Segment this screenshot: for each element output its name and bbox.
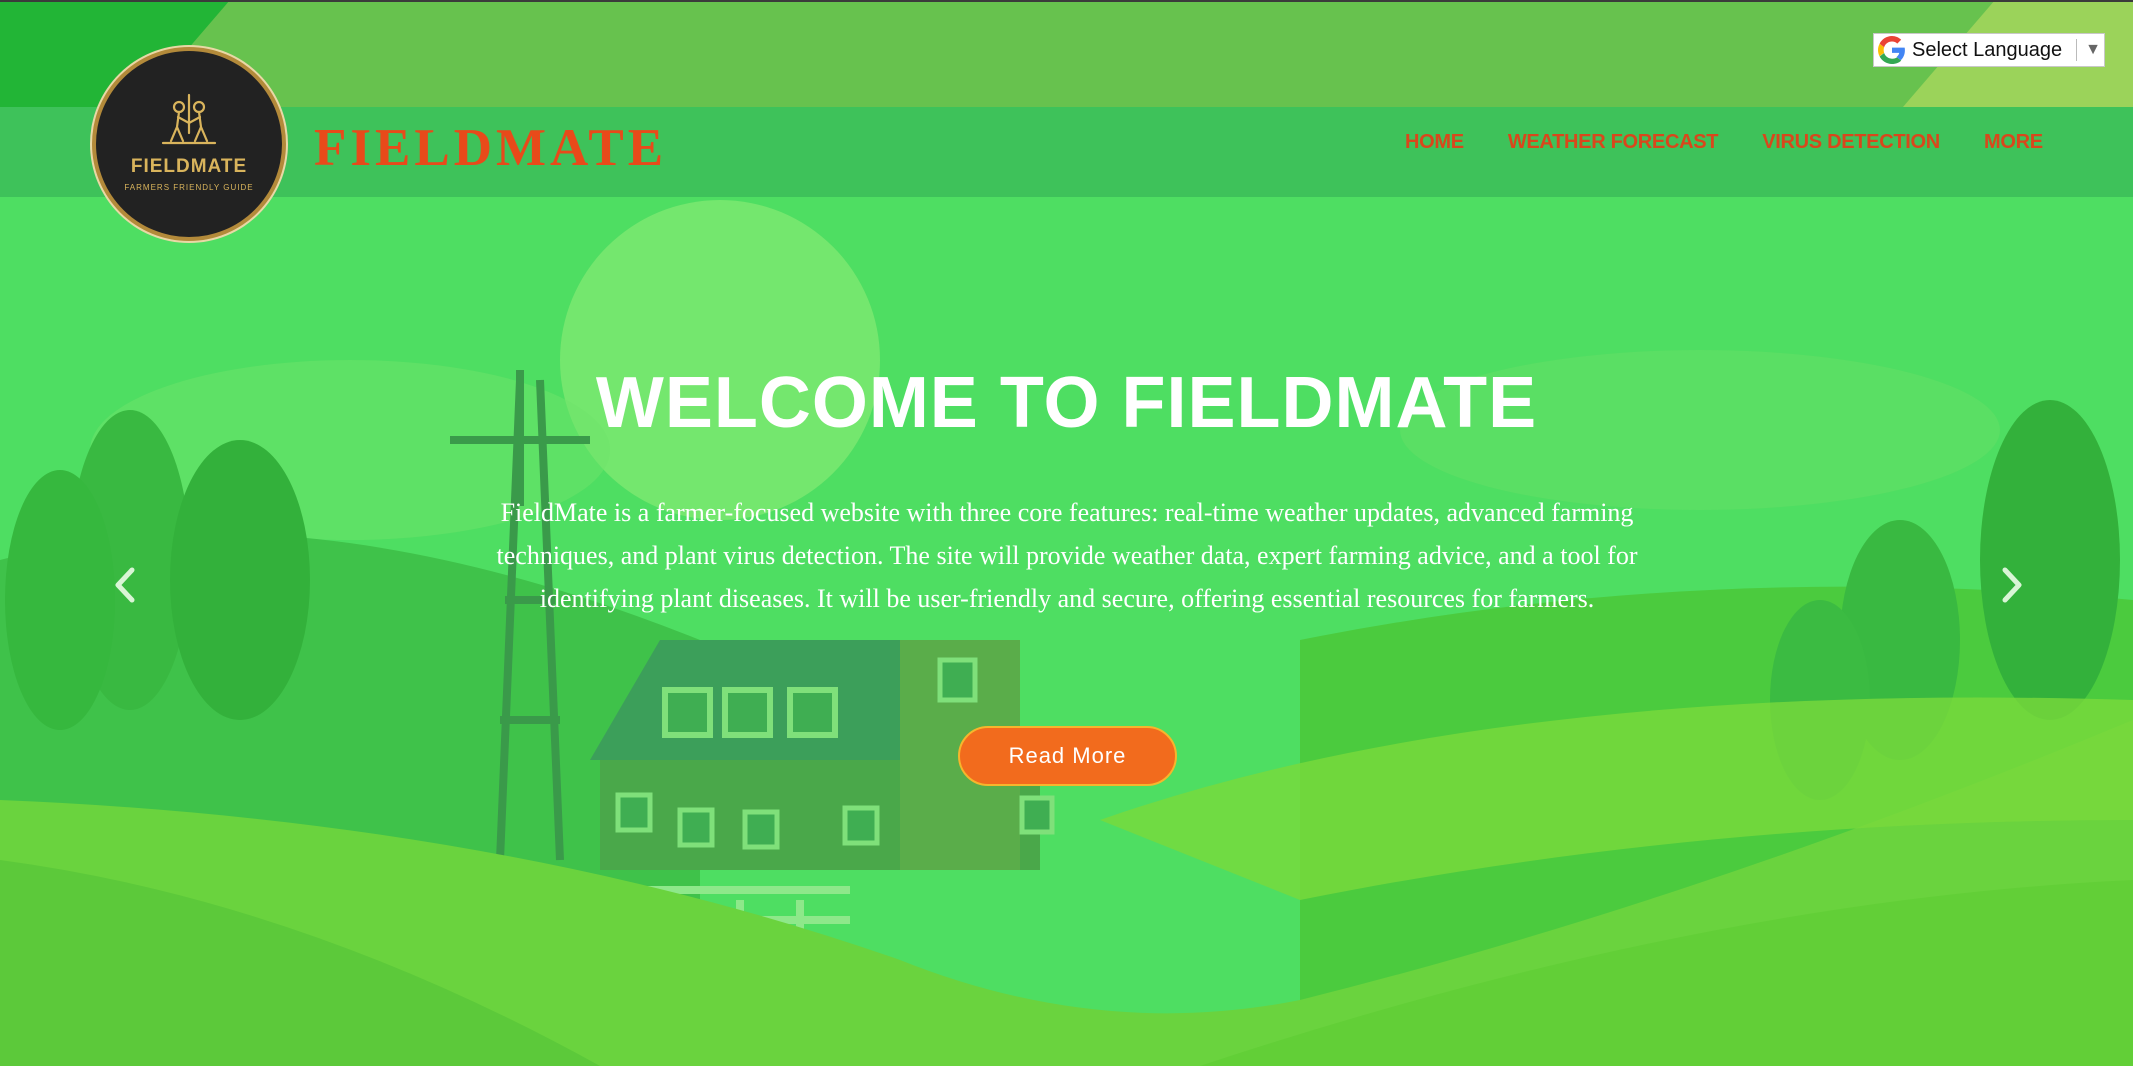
language-selector-divider [2076,39,2078,61]
site-logo[interactable]: FIELDMATE FARMERS FRIENDLY GUIDE [96,51,282,237]
top-bar [0,0,2133,107]
nav-item-weather-forecast[interactable]: WEATHER FORECAST [1508,131,1719,161]
nav-item-virus-detection[interactable]: VIRUS DETECTION [1762,131,1940,161]
main-nav: HOME WEATHER FORECAST VIRUS DETECTION MO… [1405,131,2043,161]
hero-headline: WELCOME TO FIELDMATE [595,363,1538,443]
logo-brand-name: FIELDMATE [130,156,248,177]
language-selector[interactable]: Select Language ▼ [1873,33,2105,67]
carousel-next-button[interactable] [1992,560,2032,610]
site-title[interactable]: FIELDMATE [314,118,667,178]
chevron-left-icon [115,567,135,603]
google-g-icon [1878,36,1905,64]
nav-item-more[interactable]: MORE [1984,131,2043,161]
hero-description: FieldMate is a farmer-focused website wi… [496,498,1638,613]
carousel-prev-button[interactable] [105,560,145,610]
read-more-button[interactable]: Read More [958,726,1177,786]
dropdown-arrow-icon: ▼ [2085,41,2101,58]
top-bar-border [0,0,2133,2]
language-selector-label: Select Language [1912,38,2063,61]
logo-tagline: FARMERS FRIENDLY GUIDE [124,183,254,192]
chevron-right-icon [2002,567,2022,603]
nav-item-home[interactable]: HOME [1405,131,1464,161]
farmers-emblem-icon [161,93,217,145]
